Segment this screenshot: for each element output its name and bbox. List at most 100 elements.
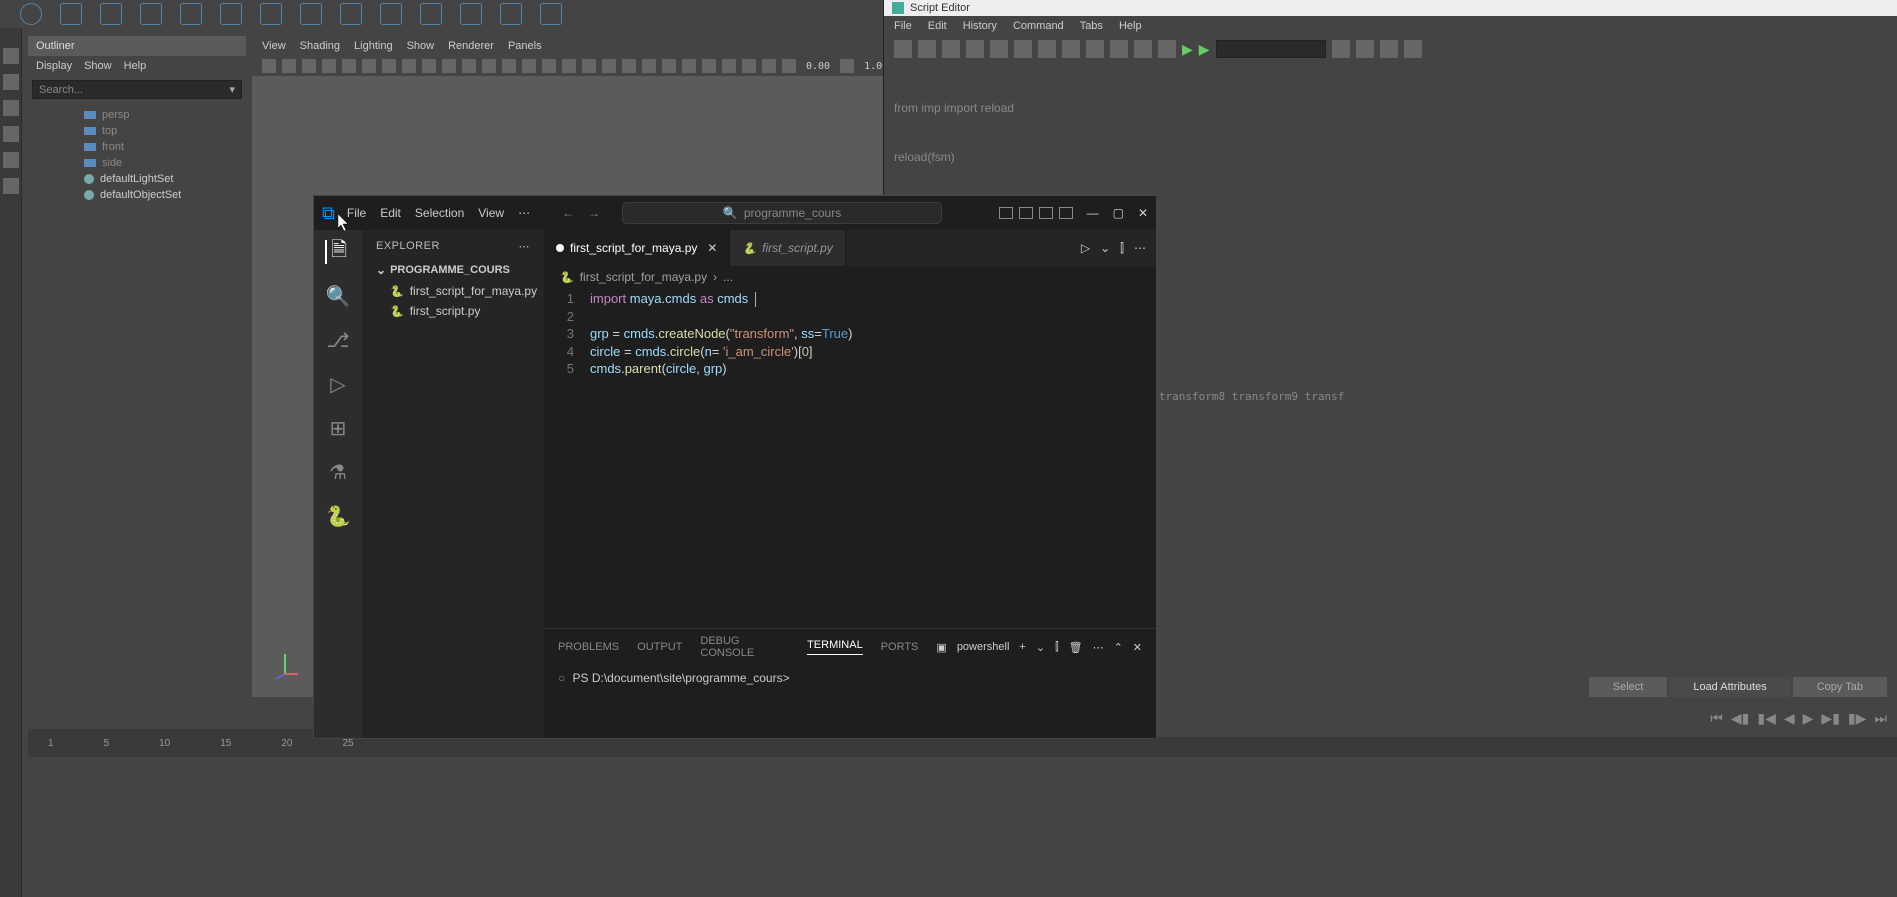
se-new-icon[interactable]: [894, 40, 912, 58]
se-save-all-icon[interactable]: [966, 40, 984, 58]
more-icon[interactable]: ⋯: [1093, 641, 1104, 654]
nav-forward-icon[interactable]: →: [588, 206, 600, 220]
tab-active[interactable]: first_script_for_maya.py ✕: [544, 230, 730, 266]
viewport-menu-view[interactable]: View: [262, 40, 286, 52]
viewport-tool-icon[interactable]: [762, 59, 776, 73]
copy-tab-button[interactable]: Copy Tab: [1793, 677, 1887, 697]
tool-icon[interactable]: [20, 3, 42, 25]
se-tool-icon[interactable]: [990, 40, 1008, 58]
layout-icon[interactable]: [1039, 207, 1053, 219]
se-tool-icon[interactable]: [1380, 40, 1398, 58]
scale-tool-icon[interactable]: [3, 178, 19, 194]
menu-view[interactable]: View: [478, 206, 504, 220]
panel-tab-ports[interactable]: PORTS: [881, 641, 919, 653]
se-tool-icon[interactable]: [1062, 40, 1080, 58]
se-execute-icon[interactable]: ▶: [1182, 41, 1193, 58]
tool-icon[interactable]: [420, 3, 442, 25]
vscode-titlebar[interactable]: ⧉ File Edit Selection View ⋯ ← → 🔍 progr…: [314, 196, 1156, 230]
panel-tab-problems[interactable]: PROBLEMS: [558, 641, 619, 653]
se-menu-command[interactable]: Command: [1013, 20, 1064, 32]
debug-icon[interactable]: ▷: [326, 372, 350, 396]
rewind-start-icon[interactable]: ⏮: [1710, 710, 1723, 727]
select-button[interactable]: Select: [1589, 677, 1668, 697]
split-terminal-icon[interactable]: ⫿: [1055, 641, 1059, 654]
panel-tab-terminal[interactable]: TERMINAL: [807, 639, 863, 655]
terminal-shell-label[interactable]: powershell: [957, 641, 1010, 653]
layout-icon[interactable]: [1019, 207, 1033, 219]
play-back-icon[interactable]: ◀: [1784, 710, 1795, 727]
se-save-icon[interactable]: [942, 40, 960, 58]
viewport-tool-icon[interactable]: [562, 59, 576, 73]
tool-icon[interactable]: [340, 3, 362, 25]
more-icon[interactable]: ⋯: [1134, 241, 1146, 255]
se-menu-help[interactable]: Help: [1119, 20, 1142, 32]
outliner-menu-show[interactable]: Show: [84, 60, 112, 72]
trash-icon[interactable]: 🗑: [1069, 641, 1083, 654]
python-icon[interactable]: 🐍: [326, 504, 350, 528]
script-editor-titlebar[interactable]: Script Editor: [884, 0, 1897, 16]
viewport-tool-icon[interactable]: [642, 59, 656, 73]
se-search-icon[interactable]: [1356, 40, 1374, 58]
viewport-tool-icon[interactable]: [522, 59, 536, 73]
prev-key-icon[interactable]: ▮◀: [1757, 710, 1775, 727]
paint-tool-icon[interactable]: [3, 100, 19, 116]
viewport-tool-icon[interactable]: [382, 59, 396, 73]
viewport-tool-icon[interactable]: [840, 59, 854, 73]
viewport-tool-icon[interactable]: [302, 59, 316, 73]
load-attributes-button[interactable]: Load Attributes: [1669, 677, 1790, 697]
file-item[interactable]: 🐍first_script.py: [362, 301, 544, 321]
viewport-tool-icon[interactable]: [282, 59, 296, 73]
testing-icon[interactable]: ⚗: [326, 460, 350, 484]
se-menu-tabs[interactable]: Tabs: [1080, 20, 1103, 32]
viewport-tool-icon[interactable]: [782, 59, 796, 73]
play-forward-icon[interactable]: ▶: [1803, 710, 1814, 727]
se-menu-file[interactable]: File: [894, 20, 912, 32]
move-tool-icon[interactable]: [3, 126, 19, 142]
viewport-tool-icon[interactable]: [402, 59, 416, 73]
tool-icon[interactable]: [140, 3, 162, 25]
outliner-item-persp[interactable]: persp: [28, 107, 246, 123]
viewport-tool-icon[interactable]: [662, 59, 676, 73]
tool-icon[interactable]: [260, 3, 282, 25]
menu-selection[interactable]: Selection: [415, 206, 464, 220]
se-open-icon[interactable]: [918, 40, 936, 58]
outliner-item-side[interactable]: side: [28, 155, 246, 171]
code-editor[interactable]: 1 2 3 4 5 import maya.cmds as cmds grp =…: [544, 288, 1156, 628]
tool-icon[interactable]: [540, 3, 562, 25]
se-search-input[interactable]: [1216, 40, 1326, 58]
source-control-icon[interactable]: ⎇: [326, 328, 350, 352]
se-tool-icon[interactable]: [1086, 40, 1104, 58]
se-tool-icon[interactable]: [1158, 40, 1176, 58]
forward-end-icon[interactable]: ⏭: [1874, 710, 1887, 727]
maximize-button[interactable]: ▢: [1113, 206, 1124, 220]
step-back-icon[interactable]: ◀▮: [1731, 710, 1749, 727]
viewport-tool-icon[interactable]: [682, 59, 696, 73]
viewport-tool-icon[interactable]: [502, 59, 516, 73]
viewport-menu-show[interactable]: Show: [407, 40, 435, 52]
tool-icon[interactable]: [60, 3, 82, 25]
menu-more-icon[interactable]: ⋯: [518, 206, 530, 220]
viewport-tool-icon[interactable]: [262, 59, 276, 73]
outliner-menu-help[interactable]: Help: [124, 60, 147, 72]
tool-icon[interactable]: [180, 3, 202, 25]
step-forward-icon[interactable]: ▮▶: [1848, 710, 1866, 727]
outliner-item-top[interactable]: top: [28, 123, 246, 139]
tab-inactive[interactable]: 🐍 first_script.py: [730, 230, 845, 266]
tool-icon[interactable]: [460, 3, 482, 25]
viewport-tool-icon[interactable]: [322, 59, 336, 73]
viewport-tool-icon[interactable]: [482, 59, 496, 73]
explorer-icon[interactable]: 🗎: [325, 240, 349, 264]
new-terminal-icon[interactable]: +: [1019, 641, 1025, 653]
explorer-more-icon[interactable]: ⋯: [519, 240, 531, 253]
viewport-tool-icon[interactable]: [602, 59, 616, 73]
outliner-item-front[interactable]: front: [28, 139, 246, 155]
tool-icon[interactable]: [100, 3, 122, 25]
layout-icon[interactable]: [999, 207, 1013, 219]
viewport-tool-icon[interactable]: [722, 59, 736, 73]
terminal[interactable]: ○ PS D:\document\site\programme_cours>: [544, 665, 1156, 691]
outliner-item-lightset[interactable]: defaultLightSet: [28, 171, 246, 187]
tool-icon[interactable]: [500, 3, 522, 25]
tool-icon[interactable]: [300, 3, 322, 25]
menu-edit[interactable]: Edit: [380, 206, 401, 220]
split-editor-icon[interactable]: ⫿: [1120, 241, 1124, 256]
